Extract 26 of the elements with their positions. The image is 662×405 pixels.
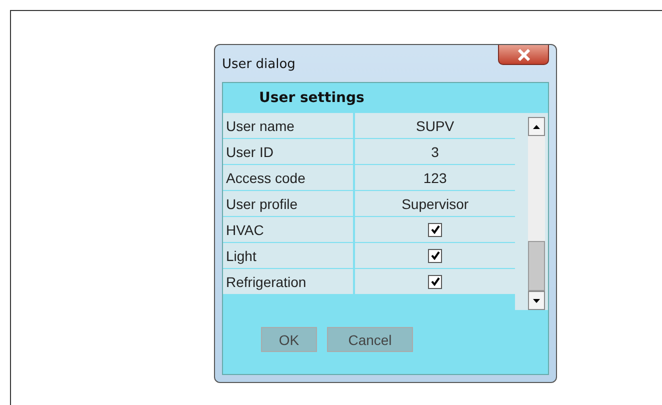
caret-down-icon xyxy=(533,298,540,302)
panel-header: User settings xyxy=(258,89,366,108)
table-cell: User profile xyxy=(223,191,355,216)
caret-up-icon xyxy=(533,124,540,128)
dialog-button[interactable]: Cancel xyxy=(327,327,413,352)
table-cell: HVAC xyxy=(223,217,355,242)
checkbox[interactable] xyxy=(428,274,442,288)
dialog-button[interactable]: OK xyxy=(261,327,317,352)
table-cell: Light xyxy=(223,243,355,268)
table-cell: Refrigeration xyxy=(223,269,355,294)
table-cell: Access code xyxy=(223,165,355,190)
table-cell-text: Supervisor xyxy=(400,194,470,214)
scroll-thumb[interactable] xyxy=(528,241,545,291)
scroll-up-button[interactable] xyxy=(528,117,545,136)
scroll-down-button[interactable] xyxy=(528,291,545,310)
checkbox[interactable] xyxy=(428,248,442,262)
table-cell: User ID xyxy=(223,139,355,164)
window-title: User dialog xyxy=(222,57,296,72)
table-cell-text: 123 xyxy=(422,168,448,188)
table-cell-text: 3 xyxy=(430,142,440,162)
close-button[interactable] xyxy=(498,45,549,65)
checkbox[interactable] xyxy=(428,222,442,236)
close-icon xyxy=(516,48,530,60)
table-cell-text: SUPV xyxy=(414,116,456,136)
scrollbar[interactable] xyxy=(515,113,548,310)
table-cell: User name xyxy=(223,113,355,138)
